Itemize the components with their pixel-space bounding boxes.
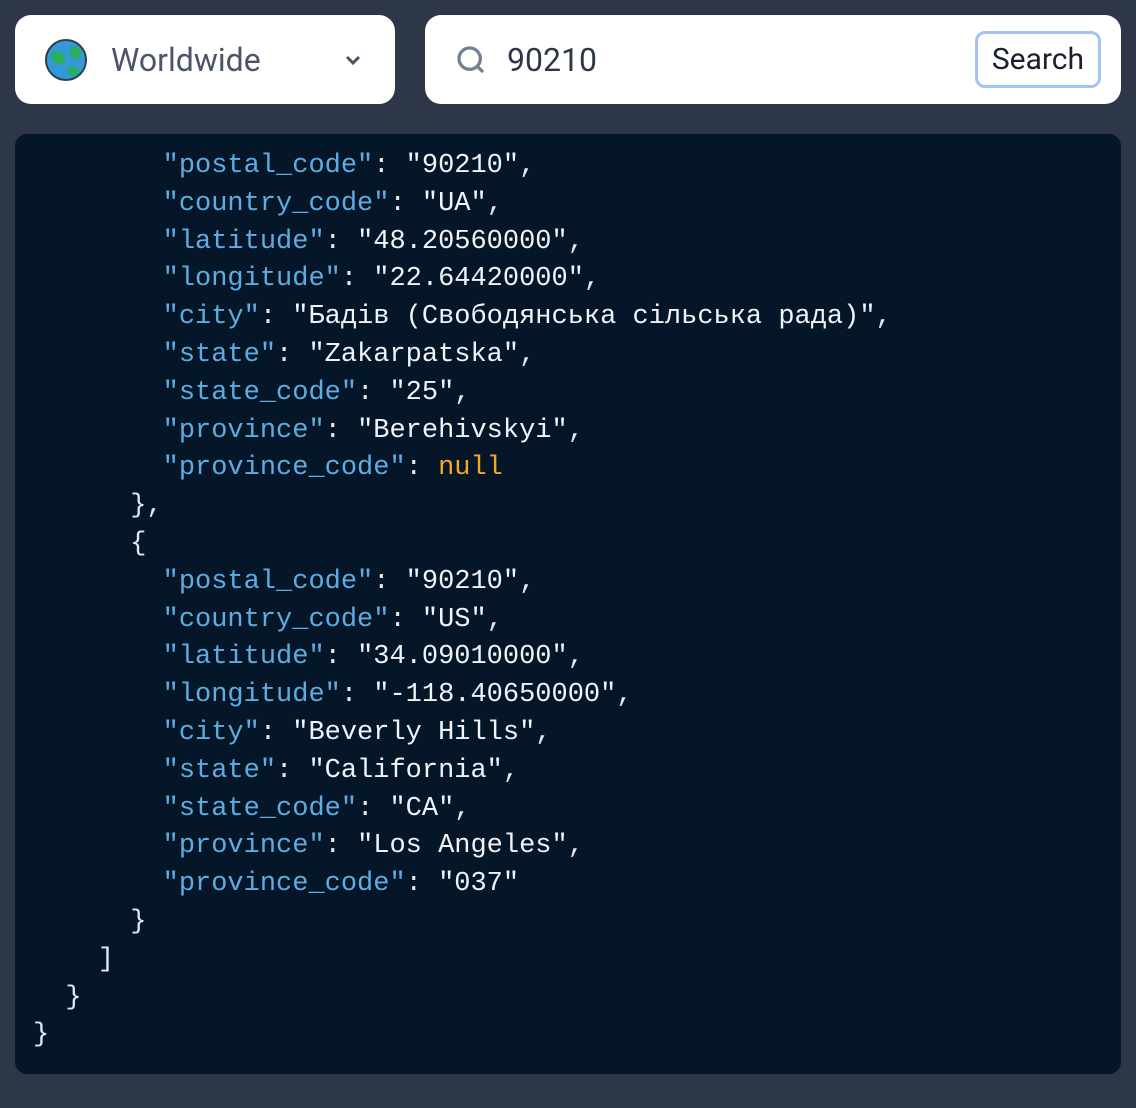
region-label: Worldwide [111,41,317,79]
globe-icon [45,39,87,81]
search-input[interactable] [507,41,955,79]
chevron-down-icon [341,48,365,72]
region-selector[interactable]: Worldwide [15,15,395,104]
json-response-panel[interactable]: "postal_code": "90210", "country_code": … [15,134,1121,1074]
search-bar: Search [425,15,1121,104]
top-bar: Worldwide Search [15,15,1121,104]
search-button[interactable]: Search [975,31,1101,88]
search-icon [455,44,487,76]
